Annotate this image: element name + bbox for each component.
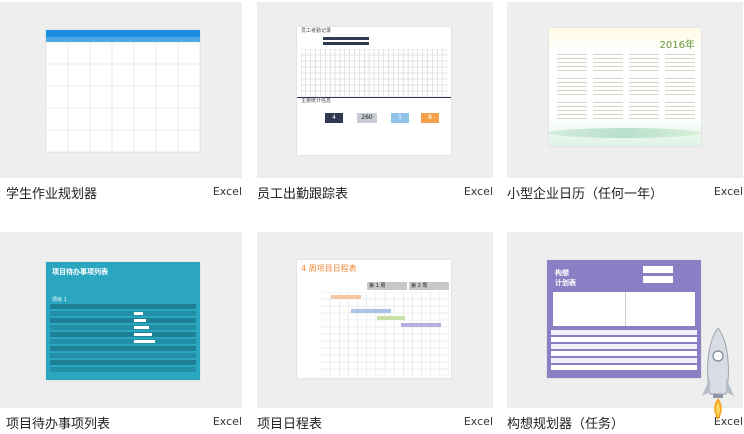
ideas-heading-2: 计划表: [555, 279, 576, 287]
month-grid: [557, 54, 695, 124]
calendar-year: 2016年: [659, 40, 695, 51]
card-app-label: Excel: [463, 415, 493, 428]
card-title: 学生作业规划器: [6, 187, 98, 202]
template-card-attendance-tracker[interactable]: 员工考勤记录 主要统计信息 4 260 1 8 员工出勤跟踪表 Excel: [257, 2, 493, 204]
week-2-label: 第 2 周: [411, 283, 428, 289]
template-thumbnail[interactable]: 2016年: [507, 2, 743, 178]
schedule-sheet-preview: 4 周项目日程表 第 1 周 第 2 周: [297, 260, 451, 378]
ideas-rows: [551, 330, 697, 374]
card-title: 构想规划器（任务）: [507, 417, 625, 432]
todo-rows: [50, 304, 196, 376]
template-card-project-todo[interactable]: 项目待办事项列表 项目 1 项目待办事项列表 Excel: [0, 232, 242, 434]
stat-box-1: 4: [325, 113, 343, 123]
template-card-business-calendar[interactable]: 2016年 小型企业日历（任何一年） Excel: [507, 2, 743, 204]
calendar-grid: [45, 41, 201, 153]
card-title: 项目日程表: [257, 417, 323, 432]
attendance-sheet-preview: 员工考勤记录 主要统计信息 4 260 1 8: [297, 27, 451, 155]
template-card-project-schedule[interactable]: 4 周项目日程表 第 1 周 第 2 周 项目日程表 Excel: [257, 232, 493, 434]
card-app-label: Excel: [713, 185, 743, 198]
schedule-grid: [320, 291, 450, 377]
schedule-heading: 4 周项目日程表: [301, 264, 357, 273]
calendar-sheet-preview: [45, 30, 201, 153]
todo-subheading: 项目 1: [52, 297, 67, 303]
todo-heading: 项目待办事项列表: [52, 268, 108, 276]
stat-box-3: 1: [391, 113, 409, 123]
template-card-student-planner[interactable]: 学生作业规划器 Excel: [0, 2, 242, 204]
ideas-sheet-preview: 构想 计划表: [547, 260, 701, 378]
attendance-grid: [300, 48, 448, 98]
back-to-top-rocket-icon[interactable]: [700, 326, 736, 422]
card-app-label: Excel: [212, 415, 242, 428]
stat-box-4: 8: [421, 113, 439, 123]
card-title: 小型企业日历（任何一年）: [507, 187, 664, 202]
todo-sheet-preview: 项目待办事项列表 项目 1: [46, 262, 200, 380]
year-calendar-preview: 2016年: [549, 28, 701, 146]
card-title: 项目待办事项列表: [6, 417, 111, 432]
card-title: 员工出勤跟踪表: [257, 187, 349, 202]
template-thumbnail[interactable]: [0, 2, 242, 178]
template-thumbnail[interactable]: 项目待办事项列表 项目 1: [0, 232, 242, 408]
stat-box-2: 260: [357, 113, 377, 123]
stats-heading: 主要统计信息: [301, 98, 332, 104]
attendance-heading: 员工考勤记录: [301, 28, 332, 34]
card-app-label: Excel: [463, 185, 493, 198]
template-thumbnail[interactable]: 4 周项目日程表 第 1 周 第 2 周: [257, 232, 493, 408]
ideas-heading-1: 构想: [555, 269, 569, 277]
card-app-label: Excel: [212, 185, 242, 198]
week-1-label: 第 1 周: [369, 283, 386, 289]
template-thumbnail[interactable]: 员工考勤记录 主要统计信息 4 260 1 8: [257, 2, 493, 178]
